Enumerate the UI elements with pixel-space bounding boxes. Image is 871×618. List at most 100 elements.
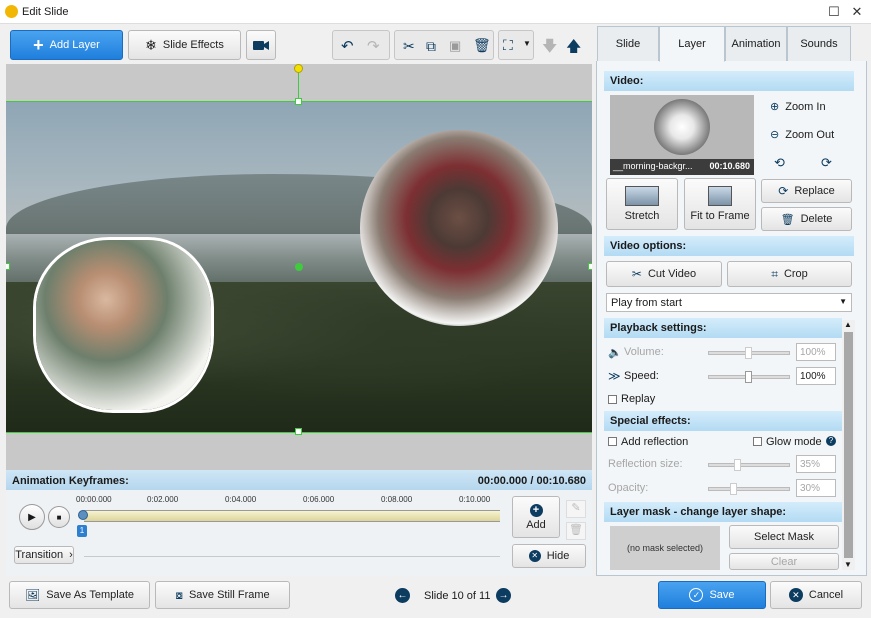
panel-scrollbar[interactable]: ▲ ▼ [842, 320, 855, 570]
zoom-in-button[interactable]: ⊕ Zoom In [770, 100, 826, 114]
camera-button[interactable] [246, 30, 276, 60]
center-handle[interactable] [295, 263, 303, 271]
fit-dropdown[interactable]: ⛶ ▼ [498, 30, 534, 60]
replay-checkbox[interactable] [608, 395, 617, 404]
rotate-right-icon[interactable]: ⟳ [821, 155, 832, 171]
replace-button[interactable]: ⟳ Replace [761, 179, 852, 203]
resize-handle-top[interactable] [295, 98, 302, 105]
delete-keyframe-icon[interactable]: 🗑 [566, 522, 586, 540]
reflection-size-slider[interactable] [708, 463, 790, 467]
replay-label: Replay [621, 393, 656, 405]
opacity-label: Opacity: [608, 482, 649, 494]
keyframe-track[interactable] [84, 510, 500, 522]
edit-keyframe-icon[interactable]: ✎ [566, 500, 586, 518]
zoom-out-button[interactable]: ⊖ Zoom Out [770, 128, 834, 142]
fit-frame-icon [708, 186, 732, 206]
hide-button[interactable]: ✕ Hide [512, 544, 586, 568]
trash-icon[interactable]: 🗑 [473, 37, 491, 54]
volume-input[interactable]: 100% [796, 343, 836, 361]
close-icon[interactable]: ✕ [848, 3, 866, 21]
cancel-icon: ✕ [788, 588, 803, 602]
tab-layer[interactable]: Layer [659, 26, 725, 62]
speed-input[interactable]: 100% [796, 367, 836, 385]
glow-mode-checkbox[interactable] [753, 437, 762, 446]
scroll-up-icon[interactable]: ▲ [844, 320, 852, 329]
speed-thumb[interactable] [745, 371, 752, 383]
reflection-size-input[interactable]: 35% [796, 455, 836, 473]
volume-icon: 🔈 [608, 347, 622, 359]
opacity-input[interactable]: 30% [796, 479, 836, 497]
previous-slide-icon[interactable]: ← [395, 588, 410, 603]
redo-icon[interactable]: ↷ [367, 37, 380, 55]
clear-mask-button[interactable]: Clear [729, 553, 839, 570]
stop-button[interactable]: ■ [48, 506, 70, 528]
mask-preview[interactable]: (no mask selected) [610, 526, 720, 570]
cancel-button[interactable]: ✕ Cancel [770, 581, 862, 609]
delete-button[interactable]: 🗑 Delete [761, 207, 852, 231]
copy-icon[interactable]: ⧉ [426, 38, 436, 55]
move-down-icon[interactable]: 🡇 [542, 36, 557, 61]
check-icon: ✓ [689, 588, 704, 602]
slide-effects-button[interactable]: ❄ Slide Effects [128, 30, 241, 60]
resize-handle-right[interactable] [588, 263, 592, 270]
zoom-out-icon: ⊖ [770, 129, 780, 141]
scroll-thumb[interactable] [844, 332, 853, 558]
tab-sounds[interactable]: Sounds [787, 26, 851, 62]
play-button[interactable]: ▶ [19, 504, 45, 530]
stop-icon: ■ [56, 512, 62, 522]
tab-animation[interactable]: Animation [725, 26, 787, 62]
keyframes-header: Animation Keyframes: 00:00.000 / 00:10.6… [6, 470, 592, 490]
maximize-icon[interactable]: ☐ [825, 3, 843, 21]
resize-handle-bottom[interactable] [295, 428, 302, 435]
reflection-size-thumb[interactable] [734, 459, 741, 471]
save-template-button[interactable]: 🖼 Save As Template [9, 581, 150, 609]
tab-slide[interactable]: Slide [597, 26, 659, 62]
crop-button[interactable]: ⌗ Crop [727, 261, 852, 287]
plus-circle-icon: + [529, 503, 543, 517]
reflection-size-label: Reflection size: [608, 458, 683, 470]
transition-button[interactable]: Transition › [14, 546, 74, 564]
speed-label: Speed: [624, 370, 659, 382]
save-button[interactable]: ✓ Save [658, 581, 766, 609]
volume-label: Volume: [624, 346, 664, 358]
slide-counter: Slide 10 of 11 [424, 590, 491, 602]
image-icon: 🖼 [24, 588, 41, 602]
add-keyframe-button[interactable]: + Add [512, 496, 560, 538]
rotate-left-icon[interactable]: ⟲ [774, 155, 785, 171]
video-info-bar: __morning-backgr... 00:10.680 [610, 159, 754, 175]
opacity-thumb[interactable] [730, 483, 737, 495]
zoom-in-icon: ⊕ [770, 101, 780, 113]
resize-handle-left[interactable] [6, 263, 10, 270]
tick-label: 00:00.000 [76, 495, 112, 504]
undo-redo-group: ↶ ↷ [332, 30, 390, 60]
video-thumbnail[interactable]: __morning-backgr... 00:10.680 [610, 95, 754, 175]
stretch-button[interactable]: Stretch [606, 178, 678, 230]
add-reflection-checkbox[interactable] [608, 437, 617, 446]
playback-mode-select[interactable]: Play from start ▼ [606, 293, 852, 312]
fit-to-frame-button[interactable]: Fit to Frame [684, 178, 756, 230]
slide-canvas[interactable] [6, 64, 592, 470]
couple-photo-right[interactable] [360, 130, 558, 326]
layer-mask-header: Layer mask - change layer shape: [604, 502, 842, 522]
volume-thumb[interactable] [745, 347, 752, 359]
opacity-slider[interactable] [708, 487, 790, 491]
paste-icon[interactable]: ▣ [449, 38, 461, 54]
snowflake-icon: ❄ [145, 36, 157, 53]
select-mask-button[interactable]: Select Mask [729, 525, 839, 549]
move-up-icon[interactable]: 🡅 [566, 36, 581, 61]
cut-icon[interactable]: ✂ [403, 38, 415, 55]
undo-icon[interactable]: ↶ [341, 37, 354, 55]
play-icon: ▶ [28, 511, 36, 523]
add-layer-button[interactable]: + Add Layer [10, 30, 123, 60]
edit-group: ✂ ⧉ ▣ 🗑 [394, 30, 494, 60]
next-slide-icon[interactable]: → [496, 588, 511, 603]
help-icon[interactable]: ? [826, 436, 836, 446]
chevron-right-icon: › [69, 549, 73, 561]
glow-mode-label: Glow mode [766, 436, 822, 448]
scroll-down-icon[interactable]: ▼ [844, 560, 852, 569]
cut-video-button[interactable]: ✂ Cut Video [606, 261, 722, 287]
rotate-handle[interactable] [294, 64, 303, 73]
couple-photo-left[interactable] [36, 240, 211, 410]
save-still-frame-button[interactable]: ⧇ Save Still Frame [155, 581, 290, 609]
keyframe-marker[interactable] [78, 510, 88, 520]
